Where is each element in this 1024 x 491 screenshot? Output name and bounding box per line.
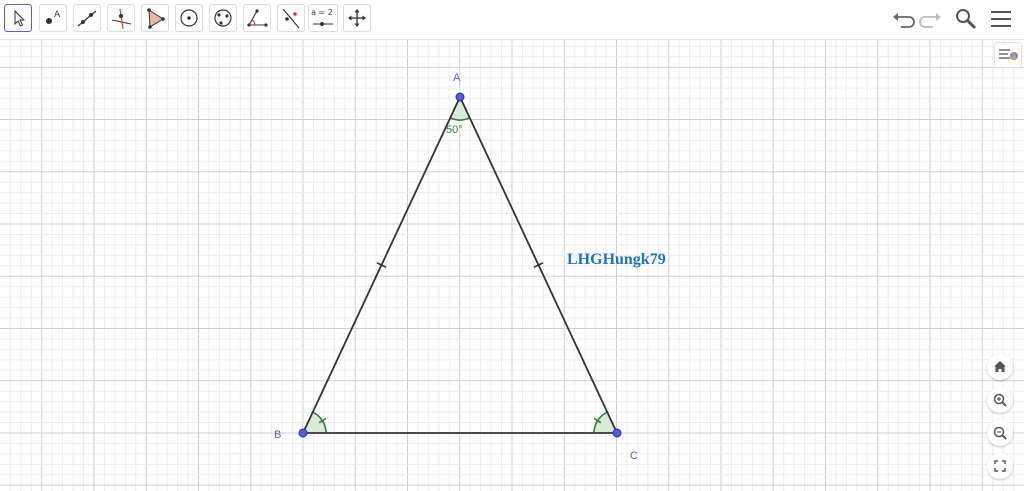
point-label-c: C: [630, 450, 638, 462]
redo-icon: [919, 13, 941, 28]
move-graphics-view-tool[interactable]: [343, 4, 371, 32]
reflect-about-line-icon: [282, 8, 300, 29]
line-through-points-icon: [77, 10, 97, 27]
graphics-view[interactable]: A B C 50° LHGHungk79: [0, 40, 1024, 491]
zoom-in-icon: [993, 393, 1007, 407]
grid: [0, 40, 1024, 491]
search-button[interactable]: [953, 6, 979, 32]
circle-center-icon: [180, 9, 198, 27]
point-label-a: A: [453, 72, 461, 84]
zoom-in-button[interactable]: [987, 387, 1013, 413]
undo-button[interactable]: [890, 6, 916, 32]
point-icon: A: [46, 10, 61, 24]
circle-three-points-icon: [214, 9, 232, 27]
toolbar: A a = 2: [0, 0, 1024, 40]
home-button[interactable]: [987, 354, 1013, 380]
point-b: [298, 428, 308, 438]
home-icon: [994, 361, 1006, 372]
circle-tool[interactable]: [175, 4, 203, 32]
polygon-icon: [147, 8, 165, 29]
menu-icon: [991, 11, 1011, 27]
zoom-out-icon: [993, 426, 1007, 440]
circle-three-points-tool[interactable]: [209, 4, 237, 32]
redo-button[interactable]: [918, 6, 944, 32]
angle-tool[interactable]: [243, 4, 271, 32]
fullscreen-button[interactable]: [987, 453, 1013, 479]
move-tool[interactable]: [4, 4, 32, 32]
reflect-tool[interactable]: [277, 4, 305, 32]
watermark-text: LHGHungk79: [567, 251, 666, 268]
point-a: [455, 92, 465, 102]
angle-a-label: 50°: [446, 124, 463, 136]
style-bar-toggle-icon: [999, 49, 1018, 60]
perpendicular-tool[interactable]: [107, 4, 135, 32]
polygon-tool[interactable]: [141, 4, 169, 32]
zoom-out-button[interactable]: [987, 420, 1013, 446]
point-label-b: B: [274, 429, 282, 441]
fullscreen-icon: [994, 460, 1006, 472]
perpendicular-line-icon: [111, 8, 132, 30]
slider-track-icon: [313, 22, 333, 26]
angle-icon: [247, 9, 268, 27]
point-tool[interactable]: A: [39, 4, 67, 32]
arrow-pointer-icon: [14, 9, 26, 27]
search-icon: [956, 9, 977, 30]
line-tool[interactable]: [73, 4, 101, 32]
move-arrows-icon: [348, 9, 366, 27]
svg-text:A: A: [54, 10, 61, 20]
main-menu-button[interactable]: [988, 6, 1014, 32]
undo-icon: [893, 13, 915, 28]
point-c: [612, 428, 622, 438]
graphics-canvas[interactable]: [0, 40, 1024, 491]
style-bar-toggle-button[interactable]: [994, 42, 1022, 68]
slider-tool[interactable]: a = 2: [308, 4, 338, 32]
